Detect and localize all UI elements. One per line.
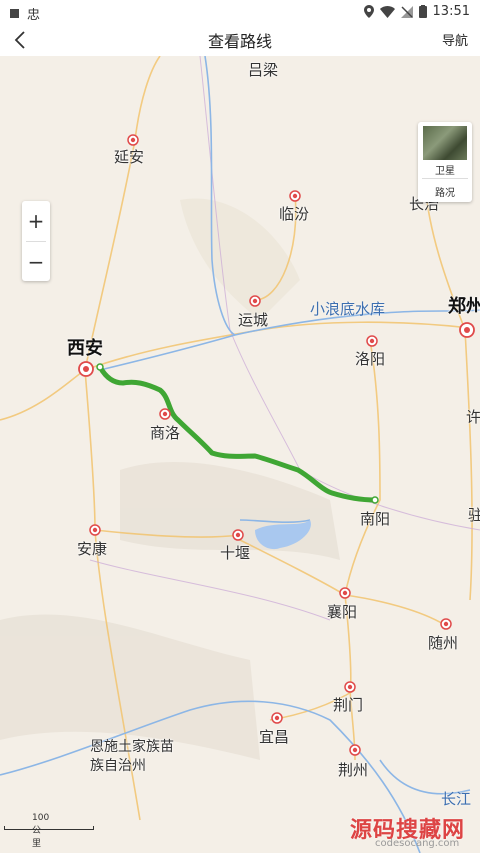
city-label-linfen: 临汾 (279, 205, 310, 223)
map-view[interactable]: 吕梁 延安 临汾 长治 运城 郑州 西安 洛阳 商洛 许 南阳 驻 安康 十堰 … (0, 56, 480, 853)
city-label-shangluo: 商洛 (150, 424, 181, 442)
city-label-suizhou: 随州 (428, 634, 459, 652)
scale-line (4, 826, 94, 830)
city-label-zhengzhou: 郑州 (448, 296, 480, 317)
navigate-button[interactable]: 导航 (442, 30, 468, 49)
city-marker-荆州 (349, 744, 361, 756)
city-label-yichang: 宜昌 (259, 728, 290, 746)
city-marker-西安 (78, 361, 94, 377)
layer-control: 卫星 路况 (418, 122, 472, 202)
city-marker-安康 (89, 524, 101, 536)
back-arrow-icon (14, 31, 25, 49)
city-label-jingmen: 荆门 (333, 696, 364, 714)
city-label-shiyan: 十堰 (220, 544, 251, 562)
city-marker-延安 (127, 134, 139, 146)
page-title: 查看路线 (207, 32, 272, 51)
battery-icon (418, 5, 427, 18)
city-label-luoyang: 洛阳 (355, 350, 386, 368)
city-label-lvliang: 吕梁 (248, 61, 279, 79)
nav-bar: 查看路线 导航 (0, 24, 480, 57)
city-label-xiangyang: 襄阳 (327, 603, 358, 621)
city-label-yanan: 延安 (114, 148, 145, 166)
city-marker-荆门 (344, 681, 356, 693)
route-end-marker (371, 496, 379, 504)
city-label-jingzhou: 荆州 (338, 761, 369, 779)
route-start-marker (96, 363, 104, 371)
city-marker-洛阳 (366, 335, 378, 347)
traffic-toggle[interactable]: 路况 (418, 184, 472, 199)
zoom-out-button[interactable]: − (22, 242, 50, 282)
water-label-xiaolangdi: 小浪底水库 (310, 300, 386, 318)
city-label-xian: 西安 (67, 338, 103, 359)
satellite-thumbnail[interactable] (423, 126, 467, 160)
city-marker-商洛 (159, 408, 171, 420)
terrain-shading (0, 198, 340, 760)
scale-label: 100 公里 (32, 813, 50, 849)
city-marker-随州 (440, 618, 452, 630)
city-label-yuncheng: 运城 (238, 311, 269, 329)
city-marker-运城 (249, 295, 261, 307)
status-app-glyph: 忠 (27, 8, 41, 23)
zoom-control: + − (22, 201, 50, 281)
city-label-xu: 许 (466, 408, 480, 426)
river-label-changjiang: 长江 (441, 790, 472, 808)
city-marker-十堰 (232, 529, 244, 541)
map-canvas[interactable] (0, 56, 480, 853)
status-bar: 忠 13:51 (0, 0, 480, 24)
zoom-in-button[interactable]: + (22, 201, 50, 241)
satellite-toggle[interactable]: 卫星 (418, 162, 472, 177)
wifi-icon (379, 5, 395, 18)
back-button[interactable] (6, 26, 34, 54)
notification-square-icon (10, 9, 19, 18)
city-label-nanyang: 南阳 (360, 510, 391, 528)
city-marker-临汾 (289, 190, 301, 202)
no-signal-icon (400, 5, 413, 18)
city-marker-襄阳 (339, 587, 351, 599)
watermark-url: codesocang.com (375, 838, 460, 849)
city-marker-宜昌 (271, 712, 283, 724)
city-label-zhu: 驻 (468, 506, 480, 524)
location-icon (363, 5, 374, 18)
city-label-enshi: 恩施土家族苗族自治州 (90, 739, 174, 774)
city-label-ankang: 安康 (77, 540, 108, 558)
city-marker-郑州 (459, 322, 475, 338)
layer-divider (422, 178, 468, 179)
status-time: 13:51 (432, 4, 470, 19)
